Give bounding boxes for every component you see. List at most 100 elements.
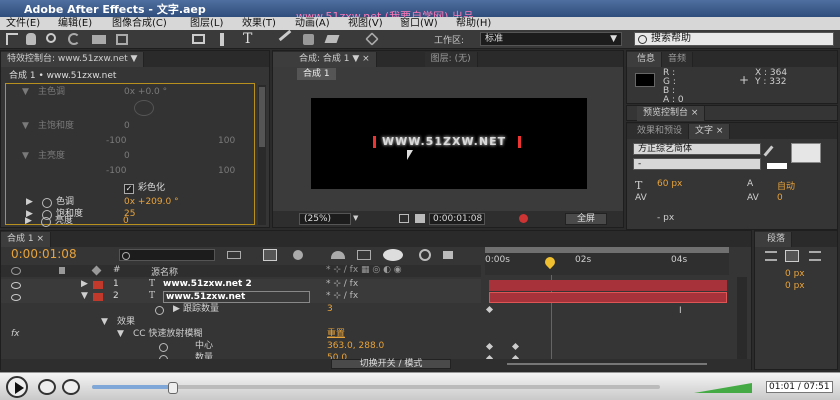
timeline-timecode[interactable]: 0:00:01:08 — [11, 247, 77, 261]
disclosure-triangle-icon[interactable]: ▼ — [22, 120, 29, 133]
player-progress-track[interactable] — [92, 382, 660, 394]
master-saturation-value[interactable]: 0 — [124, 120, 130, 133]
disclosure-triangle-icon[interactable]: ▶ — [173, 303, 180, 316]
master-hue-value[interactable]: 0x +0.0 ° — [124, 86, 167, 99]
font-size-value[interactable]: 60 px — [657, 179, 682, 189]
composition-viewer[interactable]: WWW.51ZXW.NET — [311, 98, 587, 189]
stopwatch-icon[interactable] — [155, 306, 164, 315]
eraser-tool-icon[interactable] — [324, 35, 340, 43]
help-search-input[interactable]: 搜索帮助 — [634, 32, 834, 46]
play-button[interactable] — [6, 376, 28, 398]
time-ruler[interactable]: 0:00s 02s 04s — [485, 247, 729, 275]
rotate-tool-icon[interactable] — [68, 33, 80, 45]
eyedropper-icon[interactable] — [763, 145, 774, 157]
disclosure-triangle-icon[interactable]: ▼ — [22, 150, 29, 163]
graph-editor-icon[interactable] — [419, 249, 431, 261]
comp-mini-flowchart-icon[interactable] — [227, 251, 241, 259]
stroke-color-swatch[interactable] — [767, 163, 787, 169]
brush-tool-icon[interactable] — [278, 29, 292, 42]
tracking-value[interactable]: 0 — [777, 193, 783, 203]
text-tool-icon[interactable]: T — [243, 31, 252, 47]
align-center-icon[interactable] — [785, 250, 799, 262]
hand-tool-icon[interactable] — [26, 33, 36, 45]
menu-effect[interactable]: 效果(T) — [242, 17, 276, 30]
scrollbar-thumb[interactable] — [259, 87, 265, 147]
pause-button[interactable] — [38, 379, 56, 395]
leading-value[interactable]: 自动 — [777, 179, 795, 192]
work-area-bar[interactable] — [485, 247, 729, 253]
timeline-scrollbar[interactable] — [737, 277, 747, 363]
font-family-select[interactable]: 方正综艺简体 — [633, 143, 761, 155]
effect-controls-scrollbar[interactable] — [258, 85, 266, 225]
keyframe-marker[interactable] — [485, 342, 494, 351]
align-right-icon[interactable] — [809, 251, 821, 261]
menu-animation[interactable]: 动画(A) — [295, 17, 330, 30]
pen-tool-icon[interactable] — [220, 33, 224, 46]
layer-row-2[interactable]: ▼ 2 T www.51zxw.net * ⊹ / fx — [1, 291, 481, 303]
master-hue-dial[interactable] — [134, 100, 154, 116]
layer-bar-1[interactable] — [489, 280, 727, 291]
tab-paragraph[interactable]: 段落 — [755, 231, 793, 247]
pan-behind-tool-icon[interactable] — [116, 34, 128, 45]
camera-tool-icon[interactable] — [92, 35, 106, 44]
grid-icon[interactable] — [399, 214, 409, 223]
motion-blur-icon[interactable] — [383, 249, 403, 261]
font-style-select[interactable]: - — [633, 158, 761, 170]
indent-left-value[interactable]: 0 px — [785, 269, 805, 279]
clone-stamp-tool-icon[interactable] — [303, 34, 314, 45]
player-progress-knob[interactable] — [167, 382, 178, 394]
disclosure-triangle-icon[interactable]: ▶ — [81, 279, 88, 289]
tab-info[interactable]: 信息 — [627, 51, 663, 67]
selection-tool-icon[interactable] — [6, 33, 18, 45]
tab-effects-presets[interactable]: 效果和预设 — [627, 123, 690, 139]
colorize-checkbox[interactable]: ✓ — [124, 184, 134, 194]
workspace-select[interactable]: 标准 ▼ — [480, 32, 622, 46]
keyframe-marker[interactable] — [485, 305, 494, 314]
comp-timecode[interactable]: 0:00:01:08 — [429, 213, 485, 225]
keyframe-marker[interactable] — [511, 342, 520, 351]
space-before-value[interactable]: 0 px — [785, 281, 805, 291]
stroke-width-value[interactable]: - px — [657, 213, 674, 223]
rectangle-tool-icon[interactable] — [192, 34, 205, 44]
menu-composition[interactable]: 图像合成(C) — [112, 17, 167, 30]
menu-file[interactable]: 文件(E) — [6, 17, 40, 30]
fill-color-swatch[interactable] — [791, 143, 821, 163]
menu-view[interactable]: 视图(V) — [348, 17, 383, 30]
live-update-icon[interactable] — [263, 249, 277, 261]
tracking-amount-value[interactable]: 3 — [327, 303, 333, 316]
menu-edit[interactable]: 编辑(E) — [58, 17, 92, 30]
stopwatch-icon[interactable] — [41, 217, 51, 227]
master-lightness-value[interactable]: 0 — [124, 150, 130, 163]
zoom-select[interactable]: (25%) — [299, 213, 351, 225]
eye-icon[interactable] — [11, 294, 21, 301]
menu-window[interactable]: 窗口(W) — [400, 17, 438, 30]
volume-icon[interactable] — [694, 383, 752, 393]
zoom-tool-icon[interactable] — [46, 33, 56, 43]
view-fullscreen-button[interactable]: 全屏 — [565, 213, 607, 225]
tab-timeline-comp[interactable]: 合成 1 × — [1, 231, 51, 247]
layer-label-color[interactable] — [93, 293, 103, 301]
tab-audio[interactable]: 音频 — [662, 51, 694, 67]
tab-layer[interactable]: 图层: (无) — [424, 51, 478, 67]
layer-row-1[interactable]: ▶ 1 T www.51zxw.net 2 * ⊹ / fx — [1, 279, 481, 291]
tab-character[interactable]: 文字 × — [689, 123, 731, 139]
comp-subtab[interactable]: 合成 1 — [297, 68, 336, 80]
hide-shy-layers-icon[interactable] — [331, 251, 345, 259]
disclosure-triangle-icon[interactable]: ▼ — [81, 291, 88, 301]
keyframe-marker[interactable]: I — [679, 306, 682, 316]
align-left-icon[interactable] — [765, 251, 777, 261]
layer-name[interactable]: www.51zxw.net 2 — [163, 279, 252, 289]
layer-label-color[interactable] — [93, 281, 103, 289]
tab-preview[interactable]: 预览控制台 × — [637, 106, 706, 121]
tab-effect-controls[interactable]: 特效控制台: www.51zxw.net ▼ — [1, 51, 145, 67]
layer-name[interactable]: www.51zxw.net — [163, 291, 311, 303]
layer-switches[interactable]: * ⊹ / fx — [326, 279, 358, 289]
menu-layer[interactable]: 图层(L) — [190, 17, 223, 30]
eye-icon[interactable] — [11, 282, 21, 289]
stopwatch-icon[interactable] — [42, 198, 52, 208]
menu-help[interactable]: 帮助(H) — [456, 17, 491, 30]
show-channel-icon[interactable] — [519, 214, 528, 223]
frame-blending-icon[interactable] — [357, 250, 371, 260]
tab-composition[interactable]: 合成: 合成 1 ▼ × — [273, 51, 377, 67]
toggle-switches-modes-button[interactable]: 切换开关 / 模式 — [331, 359, 451, 369]
